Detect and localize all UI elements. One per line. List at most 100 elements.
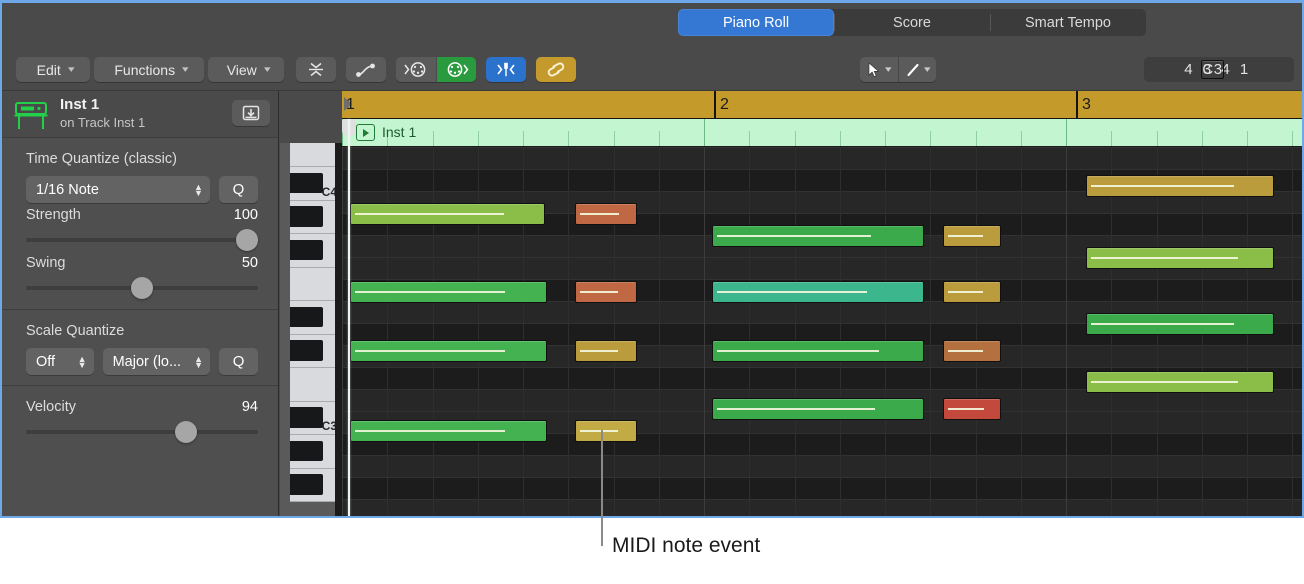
time-quantize-q-button[interactable]: Q: [218, 176, 258, 203]
time-quantize-section: Time Quantize (classic) 1/16 Note ▲ ▼ Q S…: [2, 138, 278, 309]
position-bar: 4: [1184, 61, 1194, 78]
scale-quantize-mode-select[interactable]: Off ▲ ▼: [26, 348, 94, 375]
region-tick: [930, 131, 931, 146]
pencil-tool-button[interactable]: ▾: [897, 57, 937, 82]
grid-row-line: [342, 455, 1302, 456]
midi-note-event[interactable]: [943, 398, 1001, 420]
slider-knob[interactable]: [175, 421, 198, 443]
grid-row-line: [342, 279, 1302, 280]
position-display[interactable]: C3 4 3 4 1: [1144, 57, 1294, 82]
midi-note-event[interactable]: [943, 225, 1001, 247]
region-tick: [523, 131, 524, 146]
midi-note-event[interactable]: [575, 340, 637, 362]
tab-piano-roll[interactable]: Piano Roll: [678, 9, 834, 36]
grid-row: [342, 455, 1302, 477]
region-tick: [568, 131, 569, 146]
piano-black-key[interactable]: [290, 206, 323, 227]
tab-smart-tempo[interactable]: Smart Tempo: [990, 9, 1146, 36]
piano-black-key[interactable]: [290, 474, 323, 495]
grid-beat-line: [976, 147, 977, 516]
link-button[interactable]: [536, 57, 576, 82]
editor-tab-group: Piano Roll Score Smart Tempo: [678, 9, 1146, 36]
midi-note-event[interactable]: [1086, 371, 1274, 393]
piano-black-key[interactable]: [290, 440, 323, 462]
collapse-icon: [309, 62, 323, 77]
bar-ruler[interactable]: 1 2 3: [342, 91, 1302, 119]
note-velocity-line: [355, 430, 506, 432]
position-tick: 1: [1239, 61, 1249, 78]
piano-keyboard[interactable]: C4 C3: [280, 143, 342, 516]
midi-note-event[interactable]: [575, 420, 637, 442]
instrument-icon: [14, 102, 48, 129]
midi-note-event[interactable]: [350, 420, 547, 442]
tab-score[interactable]: Score: [834, 9, 990, 36]
scale-quantize-scale-select[interactable]: Major (lo... ▲ ▼: [102, 348, 211, 375]
midi-note-event[interactable]: [712, 340, 924, 362]
piano-black-key[interactable]: [290, 340, 323, 361]
midi-note-event[interactable]: [712, 281, 924, 303]
midi-in-button[interactable]: [436, 57, 476, 82]
note-velocity-line: [717, 291, 868, 293]
position-note: C3: [1201, 60, 1224, 79]
callout-leader-line: [601, 430, 603, 546]
note-grid[interactable]: [342, 147, 1302, 516]
swing-slider[interactable]: [26, 277, 258, 299]
region-tick: [1292, 131, 1293, 146]
time-quantize-select[interactable]: 1/16 Note ▲ ▼: [26, 176, 210, 203]
piano-black-key[interactable]: [290, 407, 323, 428]
editor-tab-bar: Piano Roll Score Smart Tempo: [2, 3, 1302, 47]
ruler-bar-1: 1: [346, 96, 355, 113]
scale-quantize-mode-value: Off: [36, 353, 56, 370]
midi-note-event[interactable]: [350, 203, 545, 225]
region-play-button[interactable]: [356, 124, 375, 141]
grid-bar-line: [1066, 147, 1067, 516]
piano-black-key[interactable]: [290, 306, 323, 328]
velocity-curve-button[interactable]: [346, 57, 386, 82]
pointer-tool-button[interactable]: ▾: [860, 57, 898, 82]
midi-note-event[interactable]: [575, 203, 637, 225]
keyboard-edge: [335, 143, 342, 516]
midi-note-event[interactable]: [712, 398, 924, 420]
note-split-button[interactable]: [486, 57, 526, 82]
import-button[interactable]: [232, 100, 270, 126]
midi-note-event[interactable]: [712, 225, 924, 247]
note-velocity-line: [1091, 185, 1235, 187]
collapse-button[interactable]: [296, 57, 336, 82]
velocity-slider[interactable]: [26, 421, 258, 443]
midi-out-button[interactable]: [396, 57, 436, 82]
scale-quantize-q-button[interactable]: Q: [219, 348, 258, 375]
strength-value: 100: [233, 207, 258, 223]
menu-view[interactable]: View ▾: [208, 57, 284, 82]
note-velocity-line: [1091, 381, 1238, 383]
note-velocity-line: [355, 350, 506, 352]
menu-functions[interactable]: Functions ▾: [94, 57, 204, 82]
slider-knob[interactable]: [236, 229, 258, 251]
midi-note-event[interactable]: [1086, 247, 1274, 269]
velocity-section: Velocity 94: [2, 385, 278, 453]
region-lane[interactable]: Inst 1: [342, 119, 1302, 147]
midi-note-event[interactable]: [1086, 175, 1274, 197]
scale-quantize-scale-value: Major (lo...: [112, 353, 182, 370]
midi-note-event[interactable]: [350, 340, 547, 362]
piano-black-key[interactable]: [290, 172, 323, 194]
midi-note-event[interactable]: [350, 281, 547, 303]
scale-quantize-row: Off ▲ ▼ Major (lo... ▲ ▼ Q: [26, 348, 258, 375]
midi-note-event[interactable]: [943, 281, 1001, 303]
region-tick: [1111, 131, 1112, 146]
menu-edit[interactable]: Edit ▾: [16, 57, 90, 82]
piano-black-key[interactable]: [290, 239, 323, 261]
slider-track: [26, 430, 258, 434]
midi-note-event[interactable]: [1086, 313, 1274, 335]
note-velocity-line: [580, 213, 620, 215]
midi-note-event[interactable]: [943, 340, 1001, 362]
screenshot-root: Piano Roll Score Smart Tempo Edit ▾ Func…: [0, 0, 1304, 584]
strength-slider[interactable]: [26, 229, 258, 251]
note-velocity-line: [948, 291, 984, 293]
grid-beat-line: [840, 147, 841, 516]
inspector-panel: Inst 1 on Track Inst 1 Time Quantize (cl…: [2, 91, 279, 516]
note-velocity-line: [580, 430, 619, 432]
grid-beat-line: [659, 147, 660, 516]
note-velocity-line: [948, 350, 984, 352]
midi-note-event[interactable]: [575, 281, 637, 303]
slider-knob[interactable]: [131, 277, 153, 299]
